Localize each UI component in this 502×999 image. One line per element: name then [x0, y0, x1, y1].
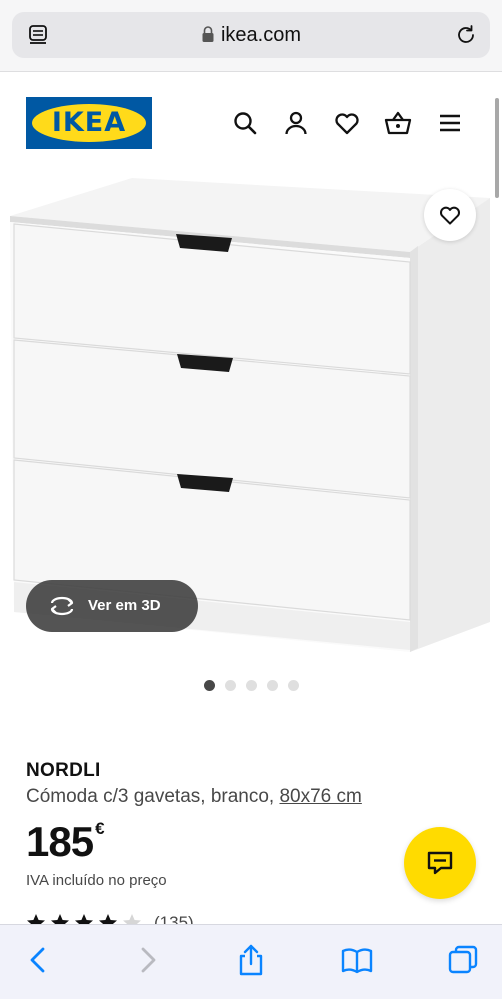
- search-icon[interactable]: [231, 109, 259, 137]
- product-description-text: Cómoda c/3 gavetas, branco,: [26, 786, 280, 807]
- share-icon[interactable]: [234, 943, 268, 977]
- rotate-3d-icon: [50, 596, 74, 616]
- logo-text: IKEA: [51, 107, 127, 138]
- product-name: NORDLI: [26, 760, 101, 781]
- carousel-dot[interactable]: [204, 680, 215, 691]
- view-3d-label: Ver em 3D: [88, 597, 161, 614]
- heart-icon: [439, 206, 461, 225]
- back-icon[interactable]: [22, 943, 56, 977]
- carousel-dot[interactable]: [267, 680, 278, 691]
- price-currency: €: [95, 819, 105, 838]
- view-in-3d-button[interactable]: Ver em 3D: [26, 580, 198, 632]
- ikea-logo[interactable]: IKEA: [26, 97, 152, 149]
- browser-toolbar: [0, 924, 502, 999]
- heart-icon[interactable]: [333, 109, 361, 137]
- chat-button[interactable]: [404, 827, 476, 899]
- carousel-dot[interactable]: [288, 680, 299, 691]
- lock-icon: [202, 26, 214, 42]
- account-icon[interactable]: [282, 109, 310, 137]
- tabs-icon[interactable]: [446, 943, 480, 977]
- carousel-dots: [204, 680, 299, 692]
- price-value: 185: [26, 818, 94, 865]
- bookmarks-icon[interactable]: [340, 943, 374, 977]
- add-to-wishlist-button[interactable]: [424, 189, 476, 241]
- browser-top-bar: ikea.com: [0, 0, 502, 72]
- basket-icon[interactable]: [384, 109, 412, 137]
- reload-icon[interactable]: [454, 23, 478, 47]
- product-price: 185 €: [26, 818, 105, 866]
- product-description: Cómoda c/3 gavetas, branco, 80x76 cm: [26, 786, 362, 808]
- url-text-wrap[interactable]: ikea.com: [12, 24, 490, 47]
- vat-note: IVA incluído no preço: [26, 872, 167, 889]
- carousel-dot[interactable]: [246, 680, 257, 691]
- address-bar[interactable]: ikea.com: [12, 12, 490, 58]
- site-header: IKEA: [0, 72, 502, 172]
- carousel-dot[interactable]: [225, 680, 236, 691]
- menu-icon[interactable]: [436, 109, 464, 137]
- chat-icon: [427, 851, 453, 875]
- product-size-link[interactable]: 80x76 cm: [279, 786, 361, 807]
- url-domain: ikea.com: [220, 24, 302, 46]
- forward-icon[interactable]: [130, 943, 164, 977]
